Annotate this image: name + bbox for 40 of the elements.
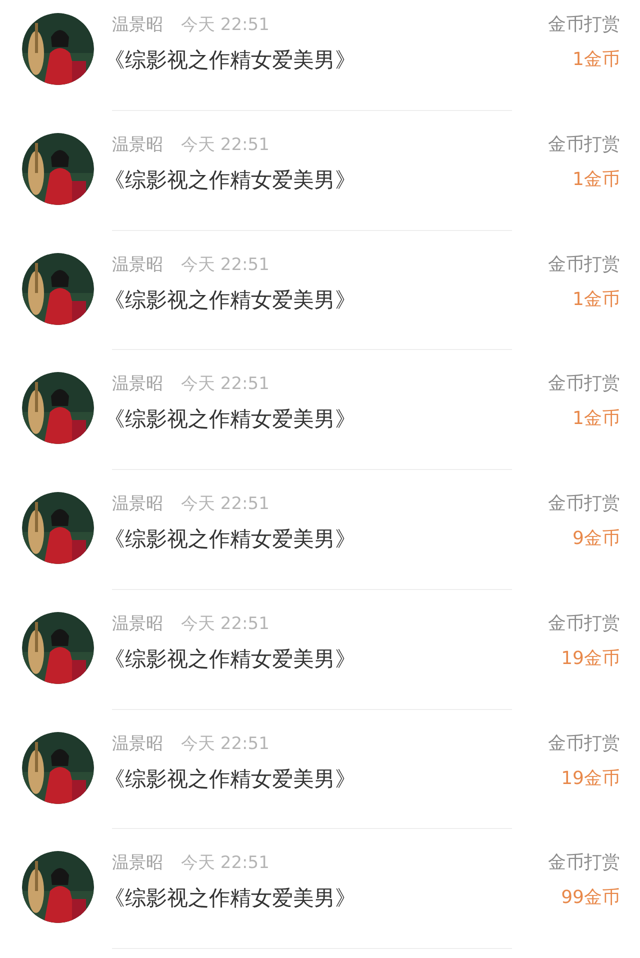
book-title: 《综影视之作精女爱美男》 — [104, 526, 357, 553]
reward-label: 金币打赏 — [548, 252, 620, 276]
book-title: 《综影视之作精女爱美男》 — [104, 47, 357, 74]
book-title: 《综影视之作精女爱美男》 — [104, 406, 357, 434]
book-title: 《综影视之作精女爱美男》 — [104, 646, 357, 673]
coin-amount: 99金币 — [561, 886, 620, 910]
coin-amount: 19金币 — [561, 766, 620, 790]
user-name: 温景昭 — [112, 732, 163, 756]
book-title: 《综影视之作精女爱美男》 — [104, 286, 357, 314]
timestamp: 今天 22:51 — [181, 14, 270, 37]
reward-label: 金币打赏 — [548, 372, 620, 396]
user-name: 温景昭 — [112, 612, 163, 636]
reward-label: 金币打赏 — [548, 132, 620, 157]
user-name: 温景昭 — [112, 14, 163, 37]
book-title: 《综影视之作精女爱美男》 — [104, 766, 357, 792]
timestamp: 今天 22:51 — [181, 134, 270, 157]
timestamp: 今天 22:51 — [181, 254, 270, 276]
reward-label: 金币打赏 — [548, 732, 620, 756]
timestamp: 今天 22:51 — [181, 373, 270, 396]
user-name: 温景昭 — [112, 254, 163, 276]
coin-amount: 1金币 — [572, 288, 620, 312]
coin-amount: 1金币 — [572, 48, 620, 72]
coin-amount: 1金币 — [572, 407, 620, 432]
reward-label: 金币打赏 — [548, 13, 620, 37]
user-name: 温景昭 — [112, 373, 163, 396]
timestamp: 今天 22:51 — [181, 612, 270, 636]
reward-label: 金币打赏 — [548, 612, 620, 636]
coin-amount: 19金币 — [561, 646, 620, 671]
reward-label: 金币打赏 — [548, 851, 620, 876]
timestamp: 今天 22:51 — [181, 493, 270, 516]
book-title: 《综影视之作精女爱美男》 — [104, 885, 357, 912]
user-name: 温景昭 — [112, 134, 163, 157]
timestamp: 今天 22:51 — [181, 732, 270, 756]
coin-amount: 1金币 — [572, 168, 620, 192]
coin-amount: 9金币 — [572, 527, 620, 551]
reward-label: 金币打赏 — [548, 492, 620, 516]
user-name: 温景昭 — [112, 852, 163, 876]
timestamp: 今天 22:51 — [181, 852, 270, 876]
book-title: 《综影视之作精女爱美男》 — [104, 166, 357, 194]
user-name: 温景昭 — [112, 493, 163, 516]
